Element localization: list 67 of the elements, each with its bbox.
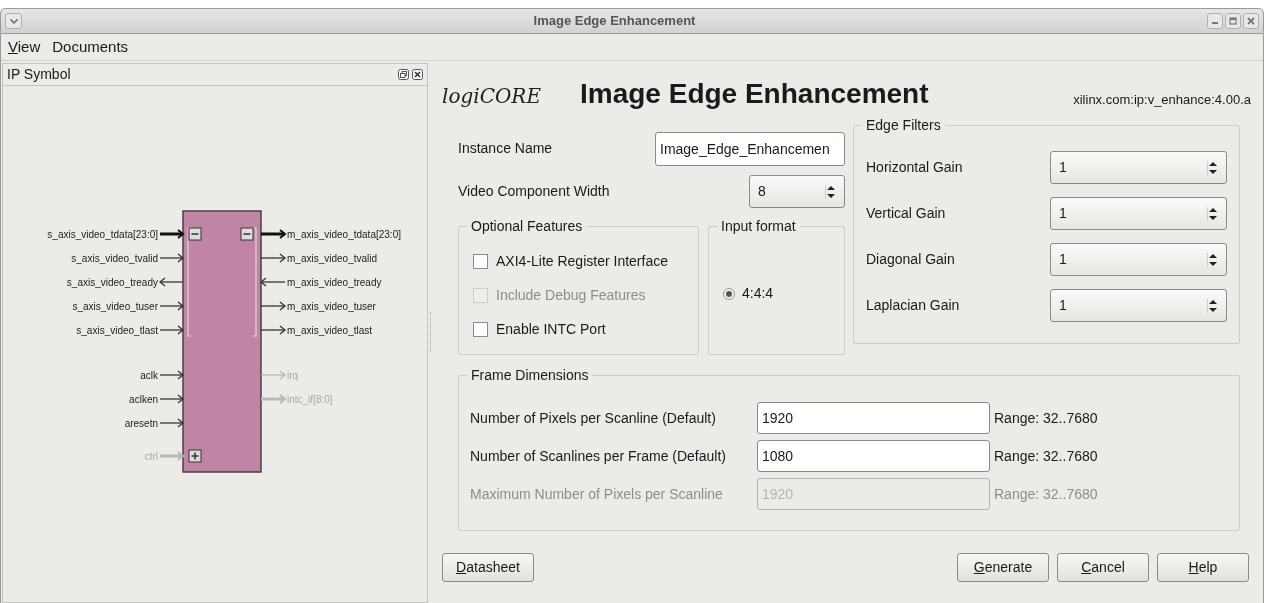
field-label: Number of Scanlines per Frame (Default) — [470, 446, 727, 466]
dialog-button[interactable]: Cancel — [1057, 553, 1149, 582]
minimize-button[interactable] — [1207, 13, 1223, 29]
version-text: xilinx.com:ip:v_enhance:4.00.a — [1073, 90, 1251, 109]
port-label: m_axis_video_tready — [287, 276, 382, 288]
field-label: Instance Name — [458, 139, 553, 158]
port-label: s_axis_video_tready — [66, 276, 158, 288]
field-label: Maximum Number of Pixels per Scanline — [470, 484, 724, 504]
logo: logiCORE — [442, 83, 542, 110]
range-text: Range: 32..7680 — [994, 446, 1098, 466]
close-icon — [1247, 17, 1255, 25]
panel-title: IP Symbol — [7, 65, 71, 84]
range-text: Range: 32..7680 — [994, 408, 1098, 428]
port-label: m_axis_video_tlast — [287, 324, 373, 336]
checkbox-label: Include Debug Features — [496, 286, 646, 305]
maximize-icon — [1229, 17, 1237, 25]
window-title: Image Edge Enhancement — [532, 12, 697, 31]
number-field[interactable]: 1920 — [757, 402, 990, 434]
port-label: intc_if[8:0] — [287, 393, 333, 405]
gain-select[interactable]: 1 — [1050, 289, 1227, 322]
field-label: Video Component Width — [458, 182, 610, 201]
window-menu-button[interactable] — [5, 13, 22, 29]
expand-icon[interactable] — [188, 449, 202, 463]
close-panel-icon[interactable] — [412, 69, 423, 80]
port-label: irq — [287, 369, 299, 381]
radio-label: 4:4:4 — [742, 284, 774, 303]
close-button[interactable] — [1243, 13, 1259, 29]
radio-button[interactable] — [723, 287, 735, 300]
gain-label: Horizontal Gain — [866, 158, 963, 177]
float-panel-icon[interactable] — [398, 69, 409, 80]
menu-item[interactable]: Documents — [52, 35, 129, 59]
field-label: Number of Pixels per Scanline (Default) — [470, 408, 717, 428]
dialog-button[interactable]: Generate — [957, 553, 1049, 582]
gain-label: Vertical Gain — [866, 204, 946, 223]
port-label: ctrl — [144, 450, 158, 462]
gain-select[interactable]: 1 — [1050, 197, 1227, 230]
port-label: s_axis_video_tdata[23:0] — [47, 228, 158, 240]
menu-item[interactable]: View — [8, 35, 41, 59]
checkbox-label: Enable INTC Port — [496, 320, 606, 339]
port-label: aclken — [129, 393, 158, 405]
width-select[interactable]: 8 — [749, 175, 845, 208]
port-label: s_axis_video_tlast — [76, 324, 158, 336]
checkbox[interactable] — [473, 254, 488, 269]
port-label: m_axis_video_tdata[23:0] — [287, 228, 401, 240]
dialog-title: Image Edge Enhancement — [580, 77, 930, 111]
gain-label: Diagonal Gain — [866, 250, 955, 269]
gain-select[interactable]: 1 — [1050, 151, 1227, 184]
dialog-button[interactable]: Datasheet — [442, 553, 534, 582]
gain-select[interactable]: 1 — [1050, 243, 1227, 276]
port-label: m_axis_video_tvalid — [287, 252, 378, 264]
port-label: aresetn — [124, 417, 158, 429]
port-label: s_axis_video_tvalid — [71, 252, 158, 264]
maximize-button[interactable] — [1225, 13, 1241, 29]
number-field[interactable]: 1080 — [757, 440, 990, 472]
chevron-down-icon — [9, 18, 18, 24]
gain-label: Laplacian Gain — [866, 296, 960, 315]
collapse-icon[interactable] — [188, 227, 202, 241]
checkbox[interactable] — [473, 322, 488, 337]
range-text: Range: 32..7680 — [994, 484, 1098, 504]
dialog-button[interactable]: Help — [1157, 553, 1249, 582]
splitter-handle[interactable] — [430, 312, 432, 352]
collapse-icon[interactable] — [240, 227, 254, 241]
instance-name-field[interactable]: Image_Edge_Enhancemen — [655, 131, 845, 166]
port-label: aclk — [140, 369, 158, 381]
port-label: m_axis_video_tuser — [287, 300, 376, 312]
port-label: s_axis_video_tuser — [72, 300, 158, 312]
checkbox-label: AXI4-Lite Register Interface — [496, 252, 668, 271]
